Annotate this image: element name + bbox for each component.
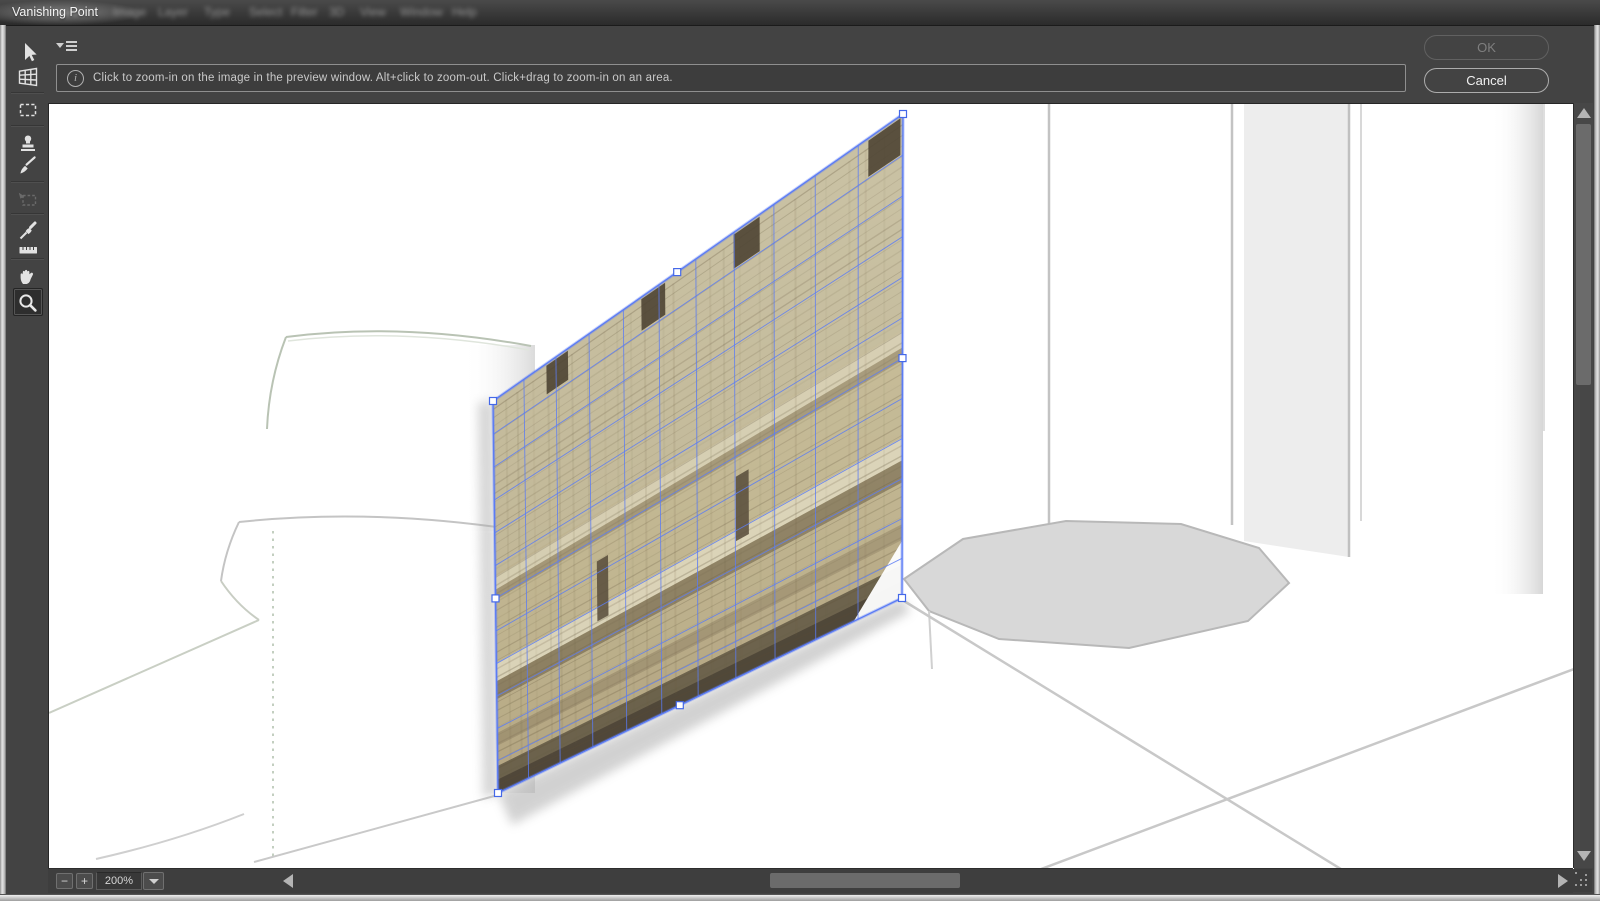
tool-group-separator — [11, 125, 44, 127]
transform-tool[interactable] — [13, 185, 43, 213]
brush-icon — [16, 154, 40, 178]
settings-flyout-button[interactable] — [56, 39, 80, 53]
marquee-tool[interactable] — [13, 96, 43, 124]
transform-icon — [16, 187, 40, 211]
magnifier-icon — [16, 291, 40, 315]
ruler-icon — [16, 240, 40, 260]
flyout-triangle-icon — [56, 43, 64, 48]
plane-handle[interactable] — [676, 702, 683, 709]
edit-plane-tool[interactable] — [13, 38, 43, 66]
cancel-button[interactable]: Cancel — [1424, 68, 1549, 93]
hand-icon — [16, 264, 40, 288]
vscroll-up-arrow[interactable] — [1577, 108, 1591, 118]
plane-handle[interactable] — [674, 269, 681, 276]
hscroll-left-arrow[interactable] — [283, 874, 293, 888]
perspective-plane[interactable] — [478, 111, 910, 826]
vertical-scrollbar[interactable] — [1573, 103, 1593, 868]
grip-dots-icon — [1575, 872, 1577, 874]
plane-handle[interactable] — [490, 398, 497, 405]
zoom-dropdown-button[interactable] — [143, 872, 164, 890]
tool-group-separator — [11, 92, 44, 94]
menu-item-blurred: 3D — [329, 0, 344, 25]
tool-group-separator — [11, 258, 44, 260]
window-border-right — [1594, 25, 1600, 894]
measure-tool[interactable] — [13, 238, 43, 260]
title-bar: Vanishing Point Image Layer Type Select Filt… — [0, 0, 1600, 26]
hscroll-right-arrow[interactable] — [1558, 874, 1568, 888]
perspective-grid-icon — [16, 65, 40, 89]
info-bar: i Click to zoom-in on the image in the p… — [56, 64, 1406, 92]
plane-handle[interactable] — [899, 355, 906, 362]
menu-item-blurred: Layer — [158, 0, 188, 25]
zoom-tool[interactable] — [13, 288, 43, 316]
menu-item-blurred: Help — [452, 0, 477, 25]
dashed-rectangle-icon — [16, 98, 40, 122]
window-border-left — [0, 25, 6, 894]
create-plane-tool[interactable] — [13, 63, 43, 91]
menu-item-blurred: Image — [113, 0, 146, 25]
zoom-out-button[interactable]: − — [56, 873, 73, 889]
preview-scene — [49, 104, 1574, 869]
zoom-in-button[interactable]: + — [76, 873, 93, 889]
ok-button[interactable]: OK — [1424, 35, 1549, 60]
tool-group-separator — [11, 213, 44, 215]
preview-canvas[interactable] — [48, 103, 1574, 869]
plane-handle[interactable] — [492, 595, 499, 602]
hand-tool[interactable] — [13, 262, 43, 290]
menu-item-blurred: Filter — [291, 0, 318, 25]
tool-group-separator — [11, 181, 44, 183]
plane-handle[interactable] — [495, 790, 502, 797]
vscroll-thumb[interactable] — [1576, 124, 1591, 385]
brush-tool[interactable] — [13, 152, 43, 180]
flyout-menu-icon — [66, 41, 77, 43]
vanishing-point-dialog: Vanishing Point Image Layer Type Select Filt… — [0, 0, 1600, 900]
hscroll-thumb[interactable] — [770, 873, 960, 888]
info-circle-icon: i — [67, 70, 84, 87]
info-bar-text: Click to zoom-in on the image in the pre… — [93, 72, 673, 84]
zoom-percentage-input[interactable] — [96, 872, 142, 890]
menu-item-blurred: View — [360, 0, 386, 25]
chevron-down-icon — [149, 879, 159, 884]
dialog-title: Vanishing Point — [12, 0, 98, 25]
arrow-cursor-icon — [16, 40, 40, 64]
plane-handle[interactable] — [899, 595, 906, 602]
vscroll-down-arrow[interactable] — [1577, 851, 1591, 861]
menu-item-blurred: Window — [400, 0, 443, 25]
bottom-bar: − + — [48, 868, 1573, 893]
menu-item-blurred: Select — [249, 0, 282, 25]
resize-grip[interactable] — [1573, 869, 1592, 892]
plane-handle[interactable] — [900, 111, 907, 118]
menu-item-blurred: Type — [204, 0, 230, 25]
